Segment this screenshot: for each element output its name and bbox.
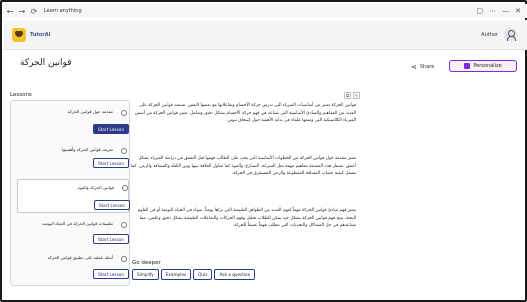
lesson-radio[interactable] — [122, 185, 128, 191]
lessons-panel: مقدمة حول قوانين الحركة Start Lesson تعر… — [10, 100, 130, 286]
lesson-item: مقدمة حول قوانين الحركة Start Lesson — [17, 109, 129, 139]
more-icon[interactable]: ⋯ — [489, 7, 496, 15]
content-paragraph: يعتبر فهم مبادئ قوانين الحركة مهماً لفهم… — [137, 208, 356, 229]
forward-arrow-icon[interactable]: → — [16, 7, 28, 16]
window-title: Learn anything — [44, 8, 82, 14]
share-icon: ⋖ — [411, 63, 417, 71]
lesson-title: قوانين الحركة والقوة — [77, 185, 114, 190]
ask-question-button[interactable]: Ask a question — [214, 269, 256, 280]
minimize-icon[interactable]: — — [502, 7, 509, 15]
share-label: Share — [419, 64, 435, 70]
lesson-title: أمثلة عملية على تطبيق قوانين الحركة — [47, 255, 113, 260]
start-lesson-button[interactable]: Start Lesson — [93, 124, 129, 134]
edit-icon[interactable]: ✎ — [353, 92, 360, 99]
start-lesson-button[interactable]: Start Lesson — [94, 200, 130, 210]
window-titlebar: ← → ⟳ Learn anything ▢ ⋯ — ✕ — [4, 4, 527, 18]
lesson-radio[interactable] — [121, 256, 127, 262]
app-window: ← → ⟳ Learn anything ▢ ⋯ — ✕ TutorAI Aut… — [0, 0, 527, 302]
personalize-button[interactable]: Personalize — [449, 60, 517, 72]
app-header: TutorAI Author — [4, 20, 527, 50]
reload-icon[interactable]: ⟳ — [28, 7, 40, 16]
start-lesson-button[interactable]: Start Lesson — [93, 158, 129, 168]
start-lesson-button[interactable]: Start Lesson — [93, 269, 129, 279]
content-paragraph: تعتبر مقدمة حول قوانين الحركة من الخطوات… — [130, 156, 356, 177]
author-label[interactable]: Author — [481, 32, 498, 38]
personalize-icon — [464, 63, 471, 69]
content-paragraph: قوانين الحركة تعتبر من أساسيات الفيزياء … — [134, 103, 356, 124]
lesson-radio[interactable] — [121, 222, 127, 228]
quiz-button[interactable]: Quiz — [193, 269, 213, 280]
go-deeper-heading: Go deeper — [132, 260, 161, 266]
share-button[interactable]: ⋖ Share — [411, 63, 434, 71]
window-icon[interactable]: ▢ — [477, 7, 484, 15]
lesson-item: تعريف قوانين الحركة وأهميتها Start Lesso… — [17, 147, 129, 171]
back-arrow-icon[interactable]: ← — [4, 7, 16, 16]
lesson-title: مقدمة حول قوانين الحركة — [67, 109, 113, 114]
lesson-radio[interactable] — [121, 148, 127, 154]
window-controls: ▢ ⋯ — ✕ — [477, 7, 527, 15]
tutor-logo-icon — [12, 27, 26, 42]
brand-name[interactable]: TutorAI — [30, 32, 50, 38]
lesson-item: أمثلة عملية على تطبيق قوانين الحركة Star… — [17, 255, 129, 281]
start-lesson-button[interactable]: Start Lesson — [93, 234, 129, 244]
content-toolbar: ⧉ ✎ — [344, 92, 360, 99]
copy-icon[interactable]: ⧉ — [344, 92, 351, 99]
close-icon[interactable]: ✕ — [515, 7, 521, 15]
examples-button[interactable]: Examples — [160, 269, 192, 280]
lesson-item: تطبيقات قوانين الحركة في الحياة اليومية … — [17, 221, 129, 247]
lesson-title: تطبيقات قوانين الحركة في الحياة اليومية — [42, 221, 113, 226]
lesson-radio[interactable] — [121, 110, 127, 116]
user-avatar-icon[interactable] — [504, 28, 517, 41]
simplify-button[interactable]: Simplify — [132, 269, 159, 280]
lesson-item: قوانين الحركة والقوة Start Lesson — [17, 179, 130, 213]
personalize-label: Personalize — [473, 63, 502, 69]
page-title: قوانين الحركة — [20, 58, 72, 68]
lesson-title: تعريف قوانين الحركة وأهميتها — [61, 147, 113, 152]
lessons-heading: Lessons — [10, 92, 32, 98]
go-deeper-chips: Simplify Examples Quiz Ask a question — [132, 269, 256, 280]
